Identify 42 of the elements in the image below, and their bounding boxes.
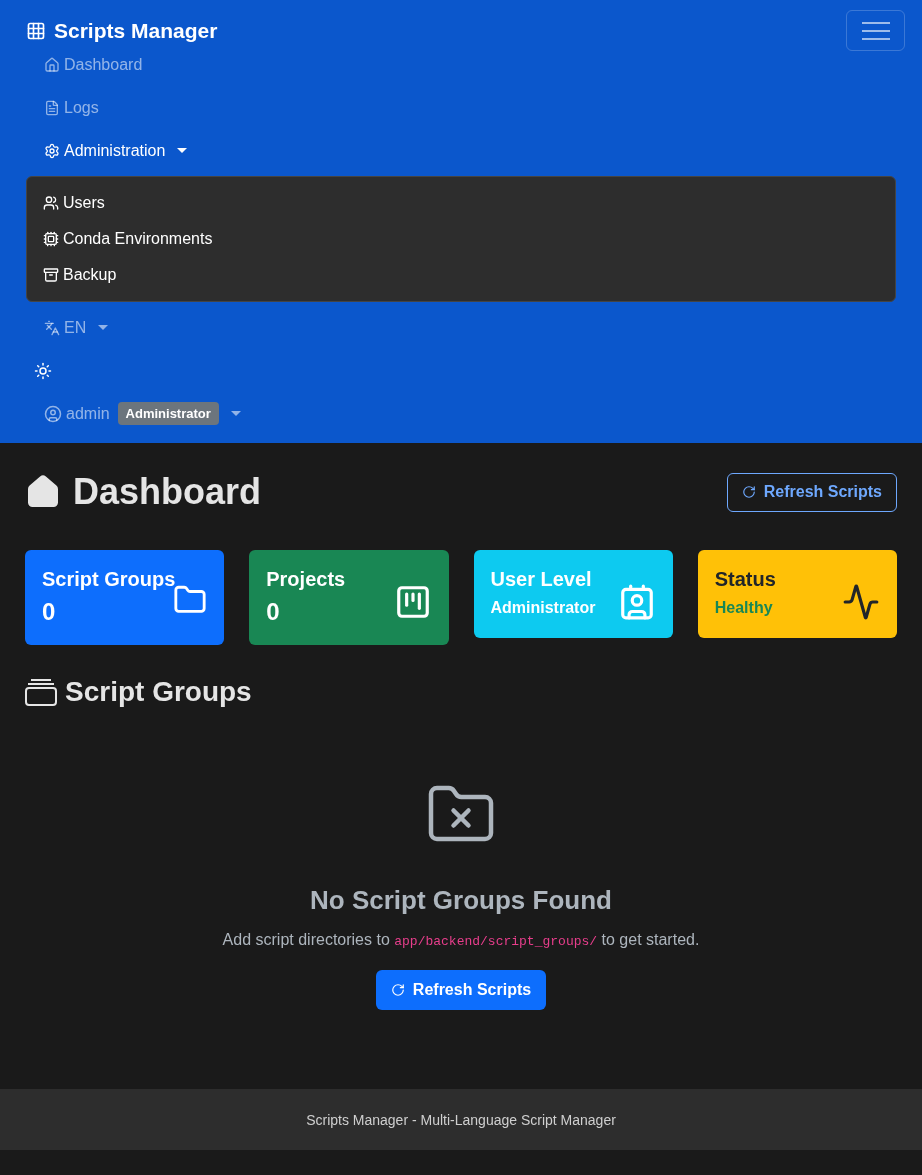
dropdown-item[interactable]: Users bbox=[27, 185, 895, 221]
caret-icon bbox=[230, 411, 241, 416]
user-circle-icon bbox=[44, 404, 62, 423]
settings-icon bbox=[44, 142, 60, 159]
card-value: Administrator bbox=[490, 598, 596, 618]
refresh-button[interactable]: Refresh Scripts bbox=[726, 472, 897, 512]
caret-icon bbox=[98, 325, 109, 330]
users-icon bbox=[43, 195, 59, 211]
section-title: Script Groups bbox=[65, 675, 252, 709]
translate-icon bbox=[44, 319, 60, 336]
card-title: Script Groups bbox=[42, 567, 174, 592]
brand-name[interactable]: Scripts Manager bbox=[54, 14, 218, 47]
document-icon bbox=[44, 99, 60, 116]
card-value: 0 bbox=[266, 597, 281, 627]
footer-text: Scripts Manager - Multi-Language Script Manager bbox=[306, 1110, 616, 1130]
card-value: 0 bbox=[42, 597, 57, 627]
grid-icon bbox=[26, 20, 46, 41]
nav-dropdown[interactable]: Administration bbox=[44, 138, 188, 163]
sun-icon bbox=[34, 361, 52, 380]
card-title: Status bbox=[714, 567, 776, 592]
card-title: Projects bbox=[266, 567, 346, 592]
house-icon bbox=[25, 474, 61, 510]
stacked-boxes-icon bbox=[25, 678, 57, 706]
pulse-icon bbox=[842, 583, 880, 621]
card-value: Healthy bbox=[714, 598, 774, 618]
page-title: Dashboard bbox=[73, 470, 262, 514]
menu-toggle[interactable] bbox=[846, 10, 905, 51]
theme-toggle[interactable] bbox=[34, 361, 52, 380]
refresh-icon bbox=[390, 983, 405, 997]
archive-box-icon bbox=[43, 267, 59, 283]
role-badge: Administrator bbox=[117, 401, 219, 426]
user-menu[interactable]: admin Administrator bbox=[44, 401, 241, 426]
refresh-button[interactable]: Refresh Scripts bbox=[375, 970, 547, 1010]
house-icon bbox=[44, 56, 60, 73]
empty-title: No Script Groups Found bbox=[310, 884, 612, 917]
card-title: User Level bbox=[490, 567, 593, 592]
dropdown-item[interactable]: Conda Environments bbox=[27, 221, 895, 257]
dropdown-item[interactable]: Backup bbox=[27, 257, 895, 293]
refresh-icon bbox=[741, 485, 756, 499]
empty-message: Add script directories to app/backend/script_groups/ to get started. bbox=[222, 930, 700, 951]
chip-icon bbox=[43, 231, 59, 247]
caret-icon bbox=[177, 148, 188, 153]
